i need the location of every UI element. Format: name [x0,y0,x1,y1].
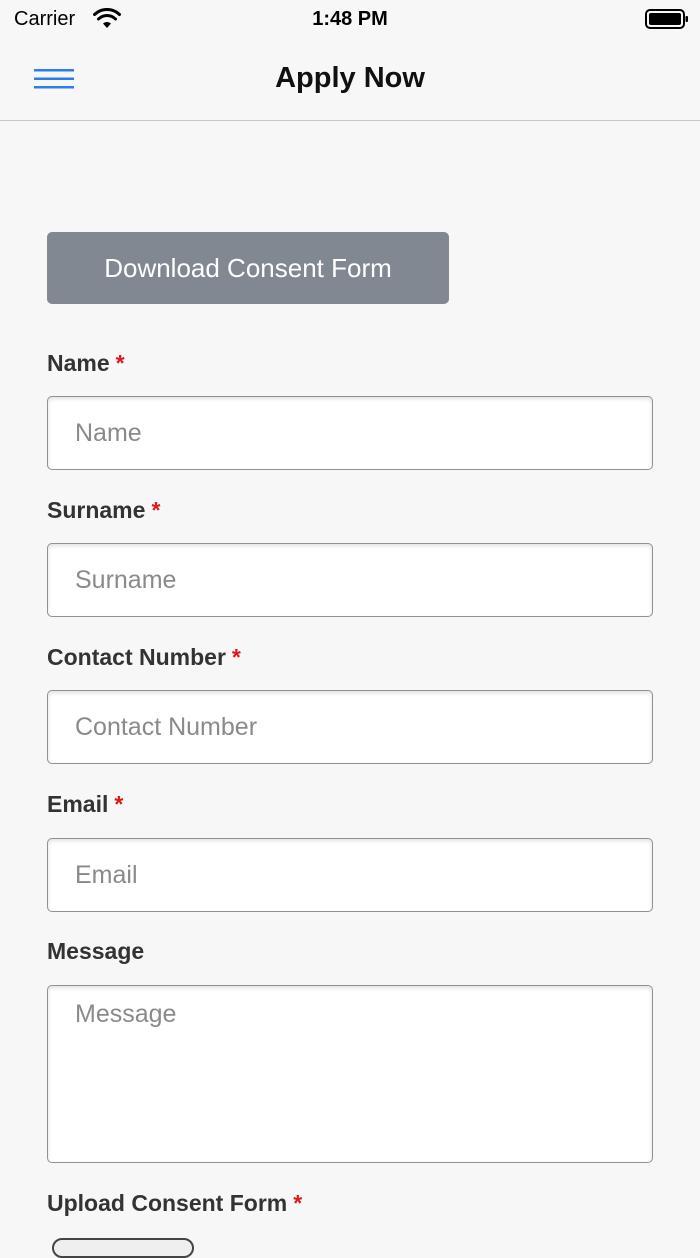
message-label: Message [47,938,144,965]
contact-number-input[interactable] [47,690,653,764]
message-textarea[interactable] [47,985,653,1163]
upload-consent-form-label-text: Upload Consent Form [47,1190,288,1216]
required-marker: * [231,644,241,670]
upload-file-button[interactable] [52,1238,194,1258]
contact-number-label-text: Contact Number [47,644,226,670]
surname-label: Surname * [47,497,160,524]
status-time: 1:48 PM [312,8,388,30]
download-consent-form-button[interactable]: Download Consent Form [47,232,449,304]
required-marker: * [115,350,125,376]
email-label: Email * [47,791,123,818]
name-input[interactable] [47,396,653,470]
name-label: Name * [47,350,125,377]
page-title: Apply Now [275,62,425,94]
navigation-bar: Apply Now [0,40,700,121]
required-marker: * [114,791,124,817]
upload-consent-form-label: Upload Consent Form * [47,1190,302,1217]
email-input[interactable] [47,838,653,912]
required-marker: * [293,1190,303,1216]
surname-label-text: Surname [47,497,146,523]
status-bar: Carrier 1:48 PM [0,0,700,40]
battery-full-icon [645,9,688,29]
message-label-text: Message [47,938,145,964]
contact-number-label: Contact Number * [47,644,241,671]
email-label-text: Email [47,791,109,817]
surname-input[interactable] [47,543,653,617]
required-marker: * [151,497,161,523]
name-label-text: Name [47,350,110,376]
